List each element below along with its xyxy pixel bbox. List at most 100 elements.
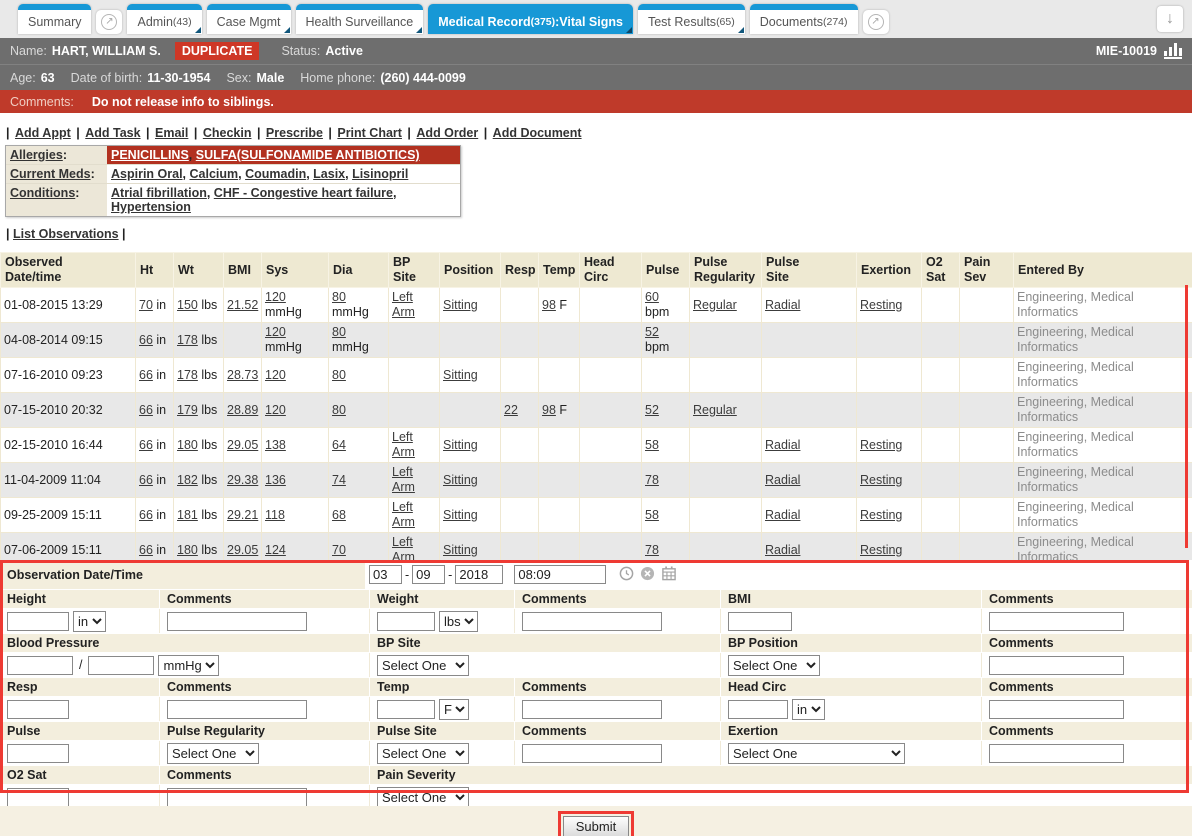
bmi-input[interactable] (728, 612, 792, 631)
obs-value-link[interactable]: 28.89 (227, 403, 258, 417)
allergy-link[interactable]: SULFA(SULFONAMIDE ANTIBIOTICS) (196, 148, 420, 162)
pulse-regularity-select[interactable]: Select One (167, 743, 259, 764)
duplicate-badge[interactable]: DUPLICATE (175, 42, 260, 60)
documents-popout-button[interactable]: ↗ (863, 10, 889, 34)
obs-value-link[interactable]: 98 (542, 298, 556, 312)
head-circ-unit-select[interactable]: in (792, 699, 825, 720)
resp-comments-input[interactable] (167, 700, 307, 719)
temp-comments-input[interactable] (522, 700, 662, 719)
obs-value-link[interactable]: 120 (265, 368, 286, 382)
resp-input[interactable] (7, 700, 69, 719)
action-link[interactable]: Add Appt (15, 126, 71, 140)
obs-value-link[interactable]: Regular (693, 298, 737, 312)
pulse-comments-input[interactable] (522, 744, 662, 763)
obs-value-link[interactable]: 58 (645, 438, 659, 452)
head-circ-input[interactable] (728, 700, 788, 719)
obs-value-link[interactable]: Radial (765, 438, 800, 452)
medication-link[interactable]: Lisinopril (352, 167, 408, 181)
obs-value-link[interactable]: 150 (177, 298, 198, 312)
condition-link[interactable]: Atrial fibrillation (111, 186, 207, 200)
bp-unit-select[interactable]: mmHg (158, 655, 219, 676)
obs-value-link[interactable]: Resting (860, 438, 902, 452)
obs-value-link[interactable]: 80 (332, 325, 346, 339)
obs-value-link[interactable]: 52 (645, 403, 659, 417)
obs-value-link[interactable]: Left Arm (392, 465, 415, 494)
date-month-input[interactable] (369, 565, 402, 584)
time-input[interactable] (514, 565, 606, 584)
obs-value-link[interactable]: Resting (860, 543, 902, 557)
exertion-select[interactable]: Select One (728, 743, 905, 764)
obs-value-link[interactable]: 66 (139, 368, 153, 382)
obs-value-link[interactable]: 78 (645, 473, 659, 487)
date-year-input[interactable] (455, 565, 503, 584)
obs-value-link[interactable]: Left Arm (392, 500, 415, 529)
obs-value-link[interactable]: 80 (332, 290, 346, 304)
temp-input[interactable] (377, 700, 435, 719)
obs-value-link[interactable]: 66 (139, 333, 153, 347)
obs-value-link[interactable]: 28.73 (227, 368, 258, 382)
medication-link[interactable]: Calcium (190, 167, 239, 181)
tab-test-results[interactable]: Test Results (65) (638, 4, 745, 34)
action-link[interactable]: Checkin (203, 126, 252, 140)
obs-value-link[interactable]: 66 (139, 403, 153, 417)
clear-icon[interactable] (640, 566, 655, 584)
obs-value-link[interactable]: 21.52 (227, 298, 258, 312)
obs-value-link[interactable]: Regular (693, 403, 737, 417)
obs-value-link[interactable]: 29.21 (227, 508, 258, 522)
o2-comments-input[interactable] (167, 788, 307, 807)
obs-value-link[interactable]: Radial (765, 298, 800, 312)
obs-value-link[interactable]: 29.05 (227, 438, 258, 452)
bp-comments-input[interactable] (989, 656, 1124, 675)
obs-value-link[interactable]: 180 (177, 543, 198, 557)
obs-value-link[interactable]: 120 (265, 325, 286, 339)
obs-value-link[interactable]: 178 (177, 333, 198, 347)
obs-value-link[interactable]: 180 (177, 438, 198, 452)
obs-value-link[interactable]: 120 (265, 403, 286, 417)
medication-link[interactable]: Coumadin (245, 167, 306, 181)
conditions-link[interactable]: Conditions (10, 186, 75, 200)
obs-value-link[interactable]: 68 (332, 508, 346, 522)
obs-value-link[interactable]: 98 (542, 403, 556, 417)
obs-value-link[interactable]: 178 (177, 368, 198, 382)
obs-value-link[interactable]: 29.05 (227, 543, 258, 557)
bp-site-select[interactable]: Select One (377, 655, 469, 676)
chart-icon[interactable] (1164, 43, 1182, 59)
condition-link[interactable]: CHF - Congestive heart failure (214, 186, 393, 200)
tab-summary[interactable]: Summary (18, 4, 91, 34)
obs-value-link[interactable]: Sitting (443, 508, 478, 522)
bp-position-select[interactable]: Select One (728, 655, 820, 676)
summary-popout-button[interactable]: ↗ (96, 10, 122, 34)
allergies-link[interactable]: Allergies (10, 148, 63, 162)
obs-value-link[interactable]: Resting (860, 298, 902, 312)
weight-comments-input[interactable] (522, 612, 662, 631)
height-comments-input[interactable] (167, 612, 307, 631)
height-unit-select[interactable]: in (73, 611, 106, 632)
tab-documents[interactable]: Documents (274) (750, 4, 858, 34)
tab-health-surveillance[interactable]: Health Surveillance (296, 4, 424, 34)
exertion-comments-input[interactable] (989, 744, 1124, 763)
weight-input[interactable] (377, 612, 435, 631)
tab-case-mgmt[interactable]: Case Mgmt (207, 4, 291, 34)
action-link[interactable]: Prescribe (266, 126, 323, 140)
allergy-link[interactable]: PENICILLINS (111, 148, 189, 162)
obs-value-link[interactable]: 124 (265, 543, 286, 557)
obs-value-link[interactable]: Radial (765, 508, 800, 522)
obs-value-link[interactable]: 136 (265, 473, 286, 487)
pulse-site-select[interactable]: Select One (377, 743, 469, 764)
download-button[interactable]: ↓ (1157, 6, 1183, 32)
action-link[interactable]: Add Task (85, 126, 140, 140)
obs-value-link[interactable]: 60 (645, 290, 659, 304)
obs-value-link[interactable]: 29.38 (227, 473, 258, 487)
obs-value-link[interactable]: 138 (265, 438, 286, 452)
temp-unit-select[interactable]: F (439, 699, 469, 720)
obs-value-link[interactable]: 80 (332, 403, 346, 417)
pain-severity-select[interactable]: Select One (377, 787, 469, 807)
calendar-icon[interactable] (661, 566, 677, 584)
obs-value-link[interactable]: Resting (860, 508, 902, 522)
obs-value-link[interactable]: 70 (139, 298, 153, 312)
obs-value-link[interactable]: 70 (332, 543, 346, 557)
obs-value-link[interactable]: 66 (139, 438, 153, 452)
medication-link[interactable]: Aspirin Oral (111, 167, 183, 181)
obs-value-link[interactable]: 181 (177, 508, 198, 522)
date-day-input[interactable] (412, 565, 445, 584)
